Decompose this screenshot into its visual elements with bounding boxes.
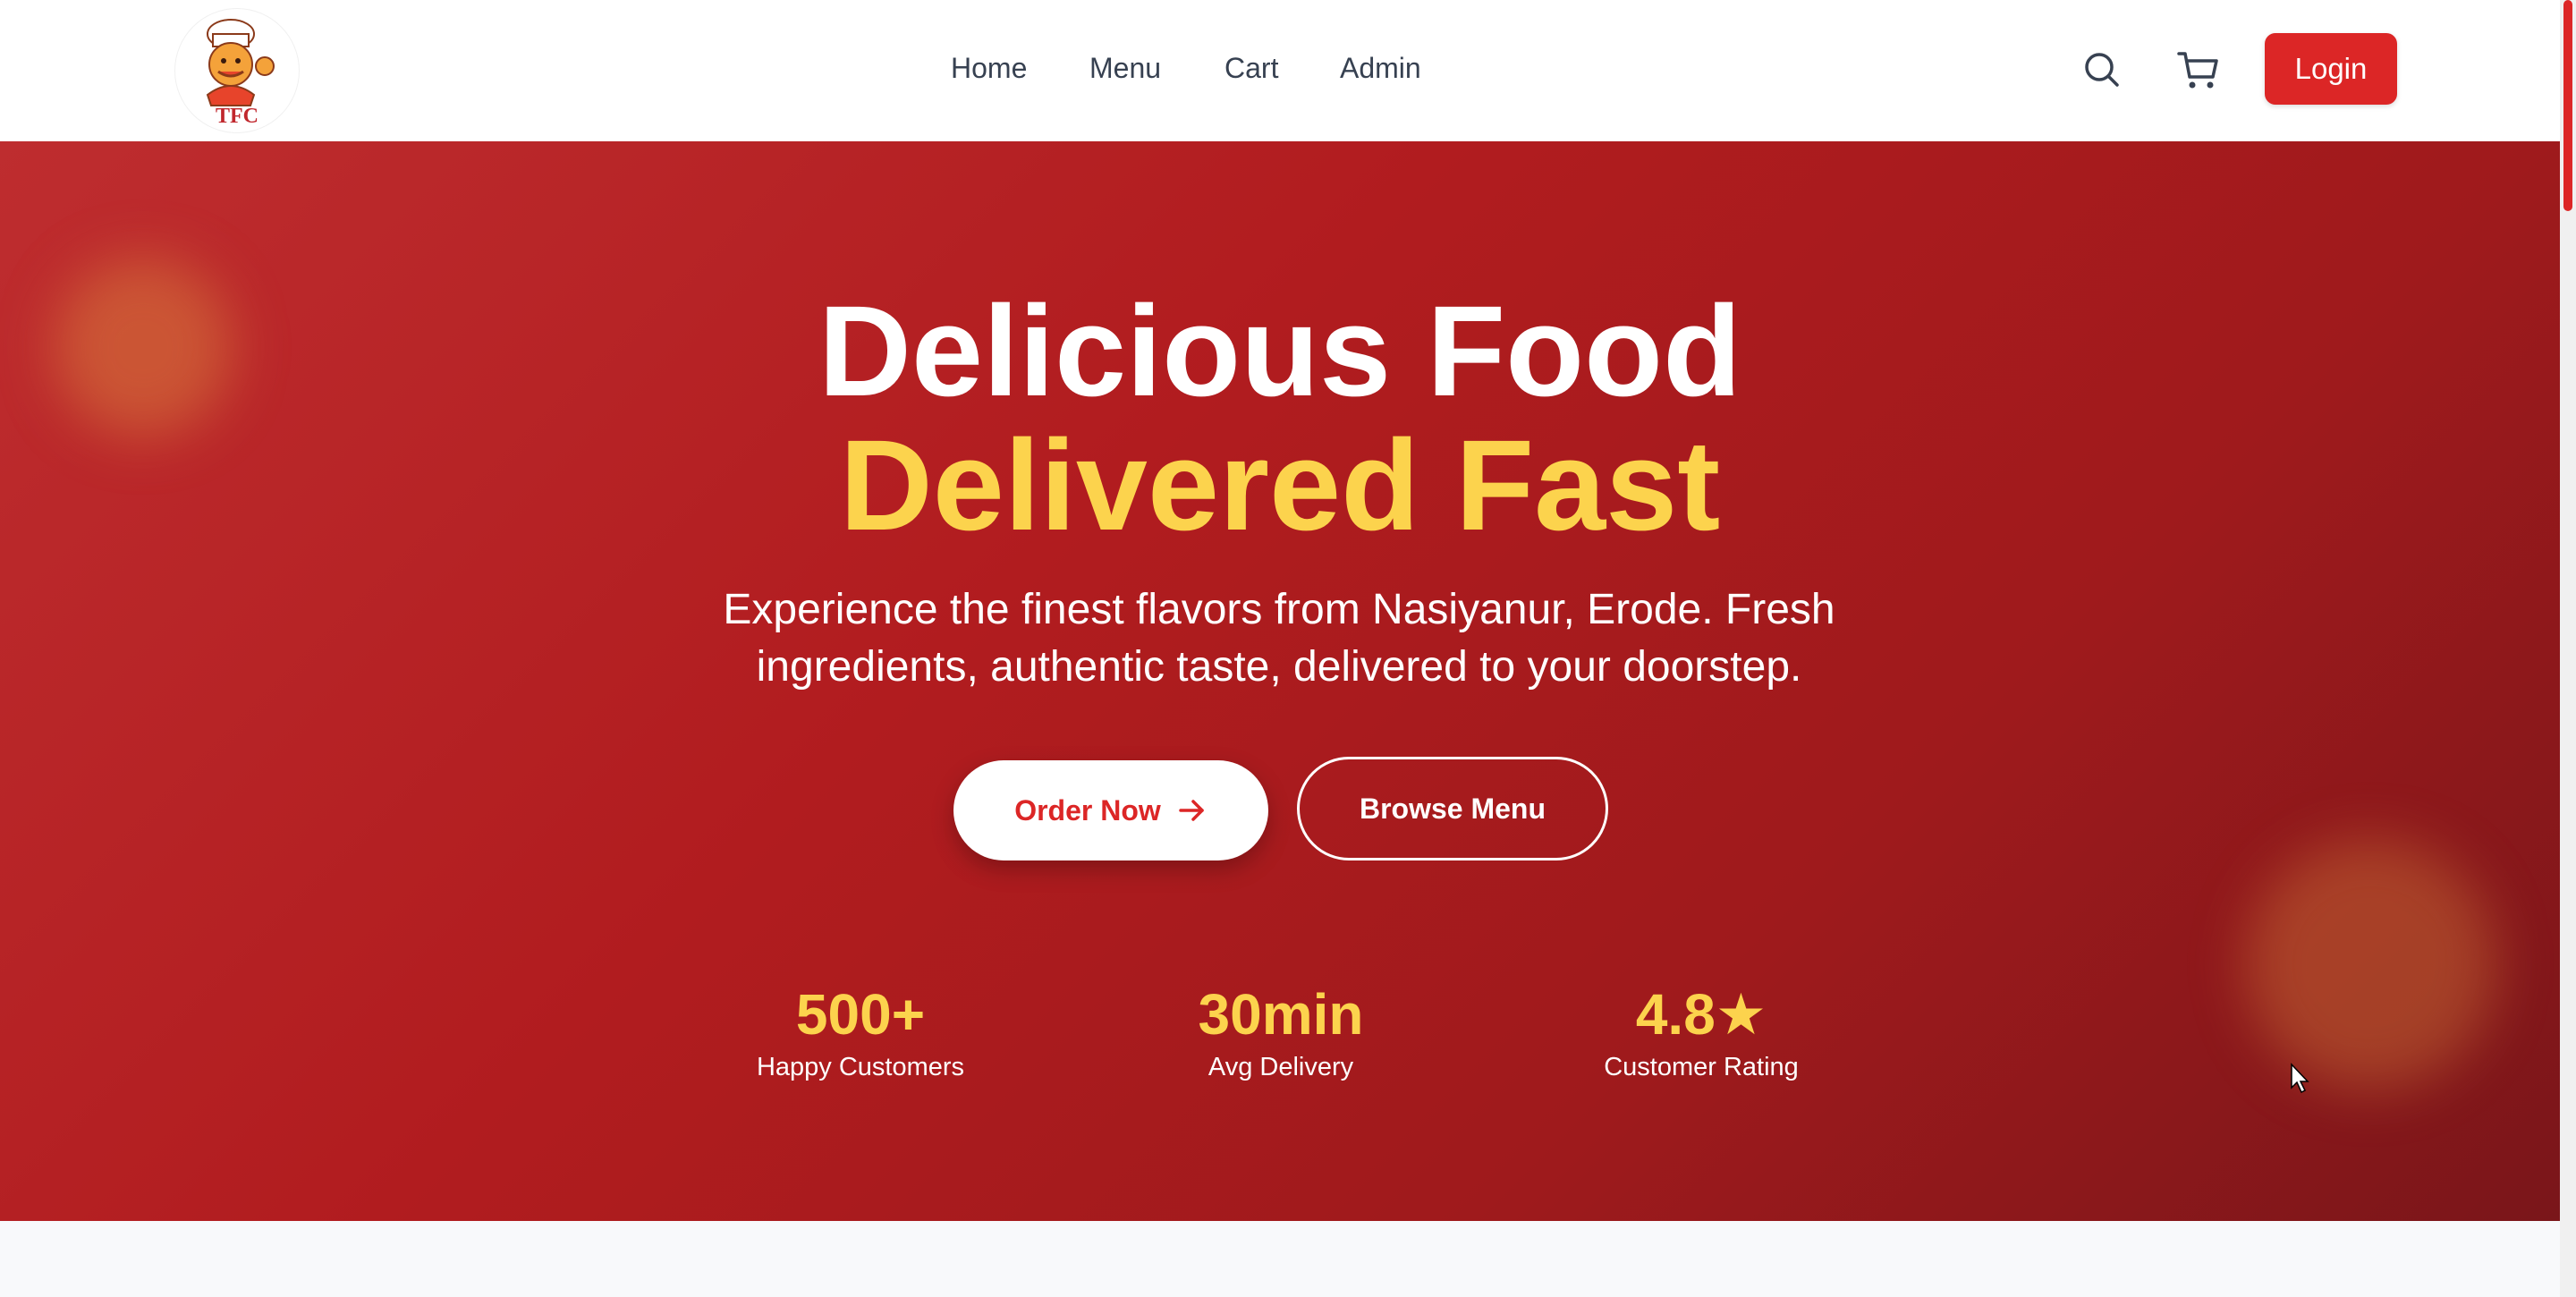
nav-admin[interactable]: Admin xyxy=(1340,50,1421,86)
stat-value: 30min xyxy=(1198,982,1364,1047)
arrow-right-icon xyxy=(1179,800,1204,821)
stat-value: 500+ xyxy=(795,982,926,1047)
stat-label: Happy Customers xyxy=(756,1053,965,1081)
scrollbar-thumb[interactable] xyxy=(2563,0,2572,211)
stat-delivery: 30min Avg Delivery xyxy=(1102,982,1460,1084)
cart-button[interactable] xyxy=(2174,45,2224,95)
nav-cart[interactable]: Cart xyxy=(1224,50,1278,86)
stat-rating: 4.8★ Customer Rating xyxy=(1522,982,1880,1084)
svg-text:TFC: TFC xyxy=(216,105,258,128)
order-now-button[interactable]: Order Now xyxy=(953,760,1268,860)
nav-menu[interactable]: Menu xyxy=(1089,50,1161,86)
browse-menu-button[interactable]: Browse Menu xyxy=(1297,757,1608,860)
stat-label: Customer Rating xyxy=(1604,1053,1799,1081)
hero-title: Delicious Food xyxy=(818,279,1742,423)
stat-label: Avg Delivery xyxy=(1208,1053,1354,1081)
stat-value: 4.8★ xyxy=(1635,982,1767,1047)
decorative-glow xyxy=(2245,839,2496,1089)
nav-home[interactable]: Home xyxy=(951,50,1027,86)
logo[interactable]: TFC xyxy=(175,9,299,132)
stat-customers: 500+ Happy Customers xyxy=(682,982,1039,1084)
next-section xyxy=(0,1221,2560,1297)
scrollbar[interactable] xyxy=(2560,0,2576,1297)
hero-section: Delicious Food Delivered Fast Experience… xyxy=(0,141,2560,1221)
search-button[interactable] xyxy=(2077,45,2127,95)
hero-subtitle: Experience the finest flavors from Nasiy… xyxy=(723,586,1835,691)
login-button[interactable]: Login xyxy=(2265,33,2397,105)
hero-title-highlight: Delivered Fast xyxy=(839,413,1721,557)
cart-icon xyxy=(2177,52,2218,89)
chef-mascot-icon: TFC xyxy=(206,19,275,128)
site-header: TFC Home Menu Cart Admin Login xyxy=(0,0,2560,142)
search-icon xyxy=(2085,53,2119,87)
order-now-label: Order Now xyxy=(1014,793,1161,827)
mouse-cursor-icon xyxy=(2291,1063,2309,1094)
